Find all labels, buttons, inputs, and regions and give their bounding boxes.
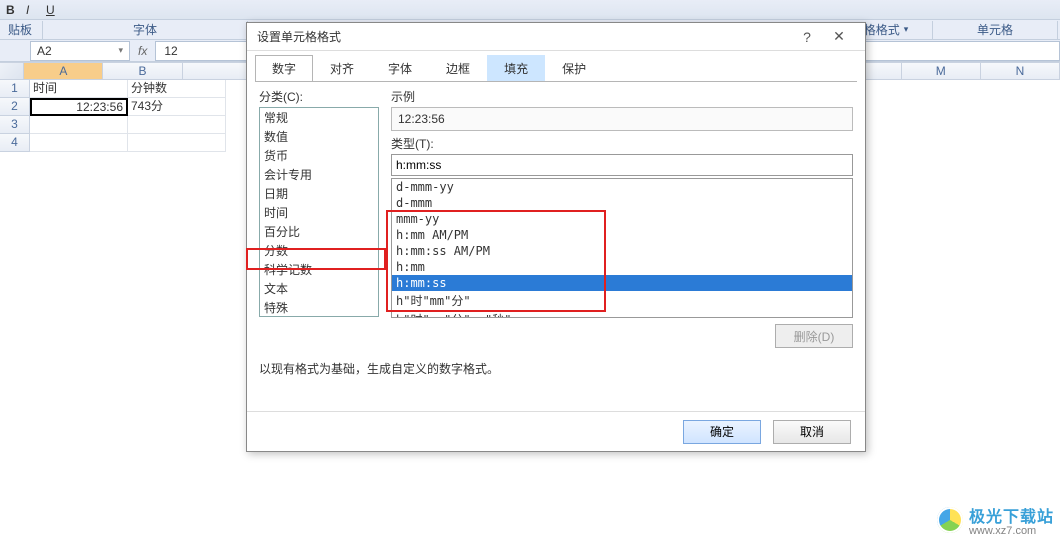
- cell[interactable]: [30, 134, 128, 152]
- category-listbox[interactable]: 常规数值货币会计专用日期时间百分比分数科学记数文本特殊自定义: [259, 107, 379, 317]
- name-box-value: A2: [37, 44, 52, 58]
- tab-border[interactable]: 边框: [429, 55, 487, 81]
- format-item[interactable]: h:mm:ss AM/PM: [392, 243, 852, 259]
- format-cells-dialog: 设置单元格格式 ? ✕ 数字 对齐 字体 边框 填充 保护 分类(C): 常规数…: [246, 22, 866, 452]
- delete-button[interactable]: 删除(D): [775, 324, 853, 348]
- dialog-titlebar[interactable]: 设置单元格格式 ? ✕: [247, 23, 865, 51]
- ok-button[interactable]: 确定: [683, 420, 761, 444]
- category-item[interactable]: 会计专用: [260, 165, 378, 184]
- formula-value: 12: [164, 44, 177, 58]
- col-header-N[interactable]: N: [981, 63, 1060, 79]
- tab-alignment[interactable]: 对齐: [313, 55, 371, 81]
- close-button[interactable]: ✕: [823, 25, 855, 49]
- col-header-B[interactable]: B: [103, 63, 182, 79]
- category-item[interactable]: 常规: [260, 108, 378, 127]
- separator: [42, 21, 43, 39]
- category-item[interactable]: 数值: [260, 127, 378, 146]
- category-item[interactable]: 货币: [260, 146, 378, 165]
- category-item[interactable]: 科学记数: [260, 260, 378, 279]
- chevron-down-icon[interactable]: ▾: [118, 45, 123, 56]
- clipboard-group-label: 贴板: [0, 21, 40, 38]
- col-header-A[interactable]: A: [24, 63, 103, 79]
- separator: [1057, 21, 1058, 39]
- category-item[interactable]: 分数: [260, 241, 378, 260]
- sample-label: 示例: [391, 88, 853, 105]
- bold-icon[interactable]: B: [6, 3, 20, 17]
- name-box[interactable]: A2 ▾: [30, 41, 130, 61]
- tab-number[interactable]: 数字: [255, 55, 313, 81]
- tab-protection[interactable]: 保护: [545, 55, 603, 81]
- chevron-down-icon: ▾: [904, 24, 909, 35]
- watermark-url: www.xz7.com: [969, 525, 1054, 537]
- format-item[interactable]: d-mmm: [392, 195, 852, 211]
- cell[interactable]: [128, 134, 226, 152]
- sample-box: 12:23:56: [391, 107, 853, 131]
- dialog-body: 分类(C): 常规数值货币会计专用日期时间百分比分数科学记数文本特殊自定义 示例…: [247, 82, 865, 411]
- cell-B1[interactable]: 分钟数: [128, 80, 226, 98]
- format-item[interactable]: h:mm: [392, 259, 852, 275]
- format-item[interactable]: d-mmm-yy: [392, 179, 852, 195]
- watermark: 极光下载站 www.xz7.com: [937, 503, 1054, 537]
- dialog-tabs: 数字 对齐 字体 边框 填充 保护: [247, 51, 865, 81]
- fx-icon[interactable]: fx: [138, 44, 147, 58]
- hint-text: 以现有格式为基础，生成自定义的数字格式。: [259, 360, 853, 377]
- select-all-corner[interactable]: [0, 63, 24, 79]
- cancel-button[interactable]: 取消: [773, 420, 851, 444]
- watermark-logo-icon: [937, 507, 963, 533]
- row-header[interactable]: 2: [0, 98, 30, 116]
- category-item[interactable]: 时间: [260, 203, 378, 222]
- format-item[interactable]: h:mm:ss: [392, 275, 852, 291]
- row-header[interactable]: 1: [0, 80, 30, 98]
- cell[interactable]: [128, 116, 226, 134]
- help-button[interactable]: ?: [791, 25, 823, 49]
- category-item[interactable]: 特殊: [260, 298, 378, 317]
- sample-value: 12:23:56: [398, 112, 445, 126]
- tab-fill[interactable]: 填充: [487, 55, 545, 81]
- category-item[interactable]: 文本: [260, 279, 378, 298]
- type-label: 类型(T):: [391, 135, 853, 152]
- watermark-text: 极光下载站: [969, 509, 1054, 526]
- cell-B2[interactable]: 743分: [128, 98, 226, 116]
- format-item[interactable]: mmm-yy: [392, 211, 852, 227]
- font-group-label: 字体: [45, 21, 245, 38]
- col-header-M[interactable]: M: [902, 63, 981, 79]
- italic-icon[interactable]: I: [26, 3, 40, 17]
- separator: [932, 21, 933, 39]
- category-label: 分类(C):: [259, 88, 379, 105]
- underline-icon[interactable]: U: [46, 3, 60, 17]
- type-input[interactable]: [391, 154, 853, 176]
- format-item[interactable]: h"时"mm"分"ss"秒": [392, 310, 852, 318]
- cell-A2[interactable]: 12:23:56: [30, 98, 128, 116]
- category-item[interactable]: 日期: [260, 184, 378, 203]
- row-header[interactable]: 3: [0, 116, 30, 134]
- cells-group-label: 单元格: [935, 21, 1055, 38]
- dialog-title: 设置单元格格式: [257, 28, 791, 45]
- dialog-footer: 确定 取消: [247, 411, 865, 451]
- cell-A1[interactable]: 时间: [30, 80, 128, 98]
- cell[interactable]: [30, 116, 128, 134]
- format-item[interactable]: h:mm AM/PM: [392, 227, 852, 243]
- format-item[interactable]: h"时"mm"分": [392, 291, 852, 310]
- format-listbox[interactable]: d-mmm-yyd-mmmmmm-yyh:mm AM/PMh:mm:ss AM/…: [391, 178, 853, 318]
- category-item[interactable]: 百分比: [260, 222, 378, 241]
- tab-font[interactable]: 字体: [371, 55, 429, 81]
- ribbon-toolbar: BIU: [0, 0, 1060, 20]
- row-header[interactable]: 4: [0, 134, 30, 152]
